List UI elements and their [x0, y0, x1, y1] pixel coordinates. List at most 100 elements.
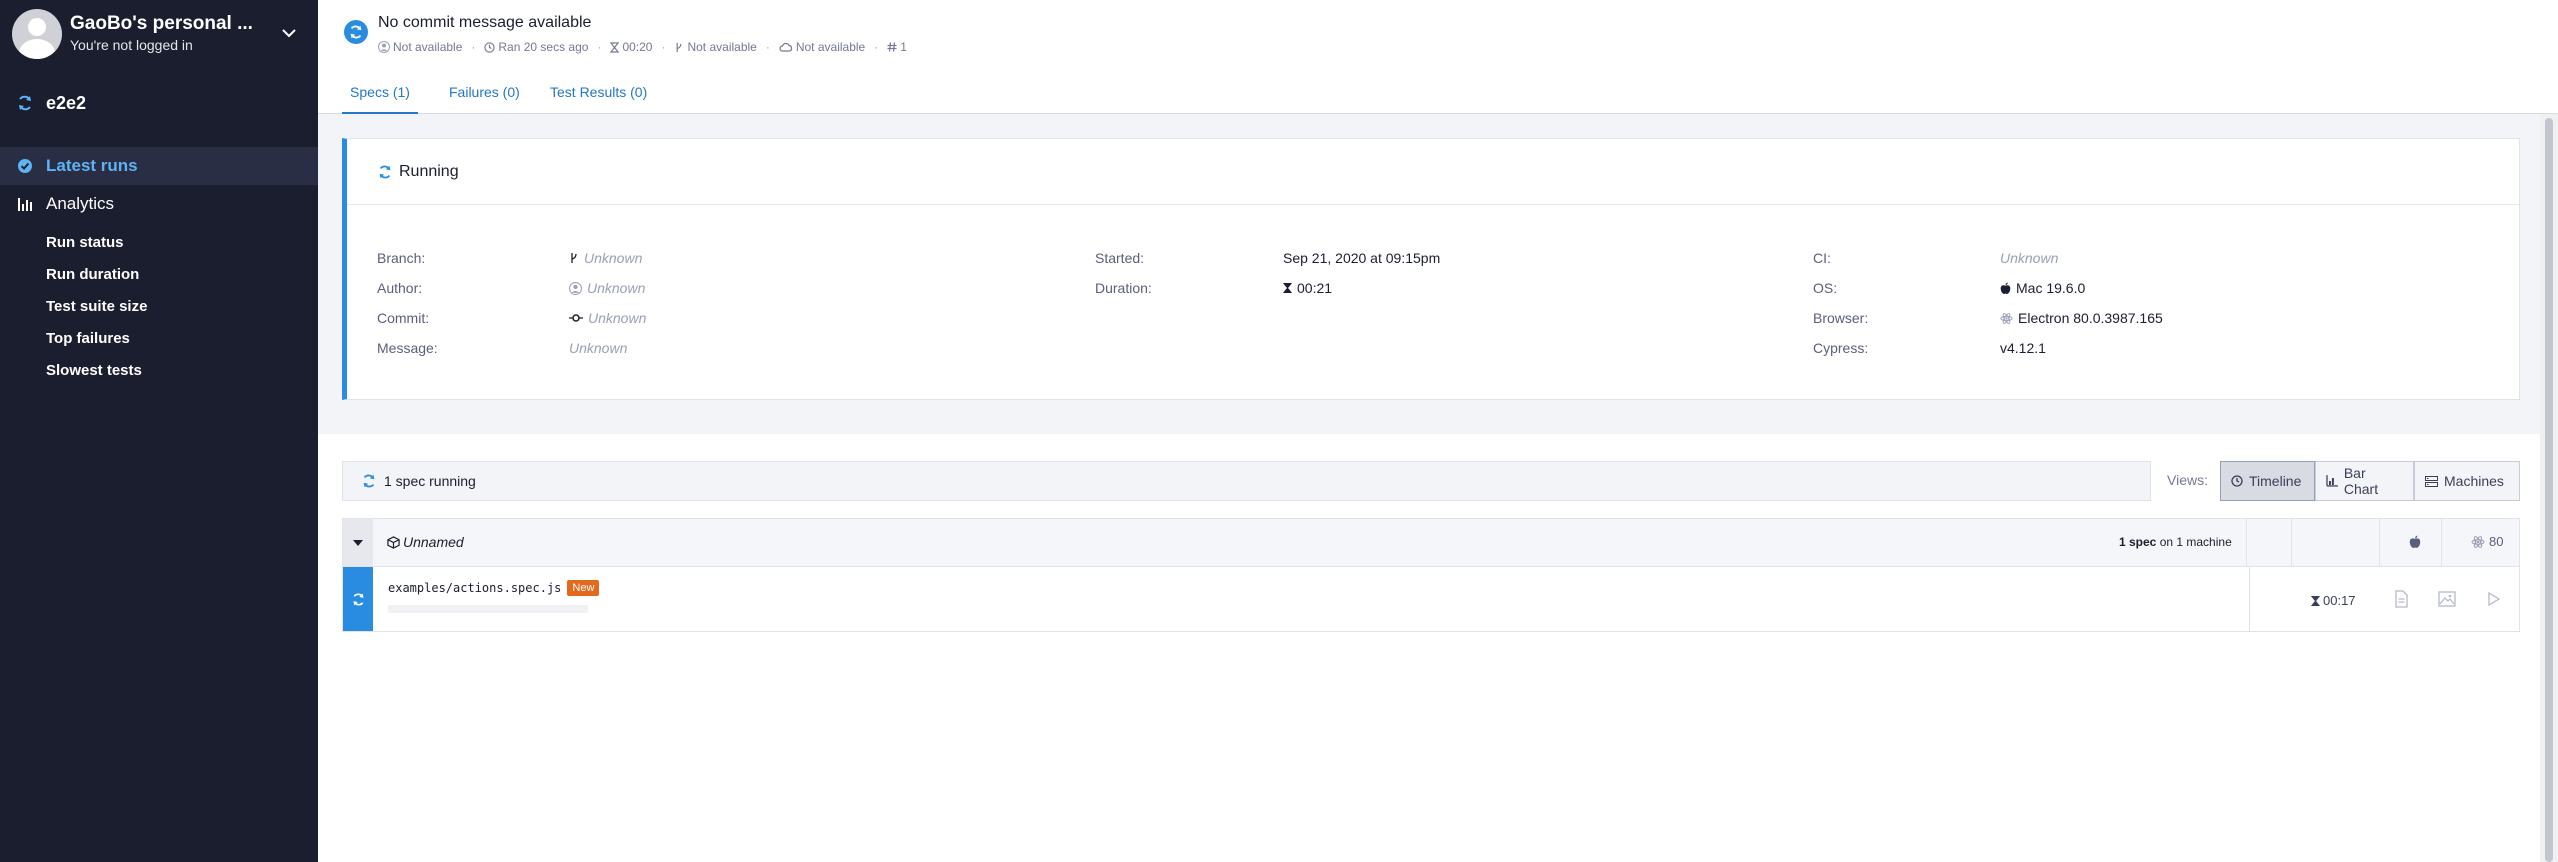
- electron-icon: [2471, 535, 2485, 548]
- spec-row[interactable]: examples/actions.spec.js New 00:17: [342, 567, 2520, 632]
- scrollbar-thumb[interactable]: [2545, 118, 2553, 862]
- commit-icon: [569, 314, 583, 322]
- tab-failures[interactable]: Failures (0): [449, 84, 520, 114]
- duration-label: Duration:: [1095, 280, 1152, 296]
- group-spec-count: 1 spec on 1 machine: [2119, 535, 2232, 549]
- view-machines-button[interactable]: Machines: [2414, 461, 2520, 501]
- ci-label: CI:: [1813, 250, 1831, 266]
- clock-icon: [484, 41, 496, 53]
- login-status: You're not logged in: [70, 37, 193, 53]
- spec-running-status: [343, 567, 373, 631]
- meta-run-number: 1: [887, 40, 907, 54]
- sidebar-item-test-suite-size[interactable]: Test suite size: [46, 298, 147, 315]
- browser-value: Electron 80.0.3987.165: [2000, 310, 2163, 326]
- os-value: Mac 19.6.0: [2000, 280, 2085, 296]
- hourglass-icon: [610, 41, 620, 53]
- run-tabs: Specs (1) Failures (0) Test Results (0): [318, 72, 2558, 114]
- tab-test-results[interactable]: Test Results (0): [550, 84, 647, 114]
- project-header[interactable]: e2e2: [16, 92, 86, 114]
- status-text: Running: [399, 162, 459, 180]
- running-icon: [379, 165, 391, 178]
- running-icon: [353, 592, 363, 606]
- meta-ci: Not available: [779, 40, 865, 54]
- refresh-icon: [19, 95, 31, 111]
- specs-summary-text: 1 spec running: [384, 473, 476, 489]
- view-bar-chart-button[interactable]: Bar Chart: [2315, 461, 2414, 501]
- spec-file-path[interactable]: examples/actions.spec.js New: [388, 580, 600, 596]
- org-switcher[interactable]: GaoBo's personal ... You're not logged i…: [0, 0, 318, 65]
- branch-value: Unknown: [569, 250, 642, 266]
- hourglass-icon: [2311, 595, 2320, 606]
- meta-duration: 00:20: [610, 40, 652, 54]
- sidebar-item-latest-runs[interactable]: Latest runs: [0, 147, 318, 185]
- meta-author: Not available: [378, 40, 462, 54]
- running-icon: [363, 474, 375, 488]
- apple-icon: [2409, 535, 2421, 548]
- screenshot-icon[interactable]: [2437, 589, 2457, 609]
- sidebar-item-slowest-tests[interactable]: Slowest tests: [46, 362, 142, 379]
- new-badge: New: [567, 580, 600, 596]
- group-name: Unnamed: [387, 534, 464, 550]
- electron-icon: [2000, 312, 2013, 324]
- views-label: Views:: [2167, 472, 2208, 488]
- message-value: Unknown: [569, 340, 628, 356]
- output-log-icon[interactable]: [2391, 589, 2411, 609]
- commit-message: No commit message available: [378, 14, 592, 31]
- spec-progress-bar: [388, 605, 588, 613]
- run-header: No commit message available Not availabl…: [318, 0, 2558, 63]
- cypress-value: v4.12.1: [2000, 340, 2046, 356]
- user-icon: [569, 281, 582, 295]
- chevron-down-icon[interactable]: [280, 24, 298, 42]
- view-timeline-button[interactable]: Timeline: [2220, 461, 2315, 501]
- branch-icon: [677, 42, 682, 52]
- avatar: [12, 9, 62, 59]
- os-label: OS:: [1813, 280, 1838, 296]
- started-label: Started:: [1095, 250, 1145, 266]
- user-icon: [378, 41, 390, 53]
- status-header: Running: [347, 139, 2519, 205]
- sidebar: GaoBo's personal ... You're not logged i…: [0, 0, 318, 862]
- org-name: GaoBo's personal ...: [70, 13, 253, 34]
- check-circle-icon: [16, 157, 34, 175]
- sidebar-item-run-status[interactable]: Run status: [46, 234, 124, 251]
- spec-group-header: Unnamed 1 spec on 1 machine 80: [342, 518, 2520, 567]
- sidebar-item-top-failures[interactable]: Top failures: [46, 330, 130, 347]
- scrollbar[interactable]: [2540, 114, 2558, 862]
- apple-icon: [2000, 282, 2011, 294]
- meta-branch: Not available: [674, 40, 757, 54]
- group-collapse-toggle[interactable]: [343, 519, 373, 566]
- message-label: Message:: [377, 340, 438, 356]
- ci-value: Unknown: [2000, 250, 2059, 266]
- author-value: Unknown: [569, 280, 645, 296]
- sidebar-item-label: Latest runs: [46, 156, 138, 175]
- project-name: e2e2: [46, 92, 87, 113]
- sidebar-item-analytics[interactable]: Analytics: [0, 185, 318, 223]
- bar-chart-icon: [16, 195, 34, 213]
- specs-summary-bar: 1 spec running: [342, 461, 2151, 501]
- group-browser: 80: [2471, 534, 2503, 549]
- sidebar-item-run-duration[interactable]: Run duration: [46, 266, 139, 283]
- cypress-label: Cypress:: [1813, 340, 1869, 356]
- commit-label: Commit:: [377, 310, 430, 326]
- hourglass-icon: [1283, 283, 1292, 293]
- author-label: Author:: [377, 280, 423, 296]
- spec-duration: 00:17: [2311, 593, 2356, 608]
- commit-value: Unknown: [569, 310, 646, 326]
- running-status-icon: [344, 20, 368, 44]
- bar-chart-icon: [2326, 475, 2338, 487]
- cloud-icon: [779, 42, 793, 52]
- run-status-card: Running Branch: Unknown Author: Unknown …: [342, 138, 2520, 400]
- branch-icon: [571, 253, 577, 263]
- meta-ran-ago: Ran 20 secs ago: [484, 40, 588, 54]
- play-video-icon[interactable]: [2483, 589, 2503, 609]
- clock-icon: [2231, 475, 2243, 487]
- tab-specs[interactable]: Specs (1): [342, 84, 418, 114]
- hash-icon: [887, 42, 897, 52]
- cube-icon: [387, 535, 400, 549]
- caret-down-icon: [353, 539, 363, 546]
- browser-label: Browser:: [1813, 310, 1869, 326]
- started-value: Sep 21, 2020 at 09:15pm: [1283, 250, 1441, 266]
- duration-value: 00:21: [1283, 280, 1332, 296]
- run-meta: Not available · Ran 20 secs ago · 00:20 …: [378, 40, 907, 54]
- sidebar-item-label: Analytics: [46, 194, 115, 213]
